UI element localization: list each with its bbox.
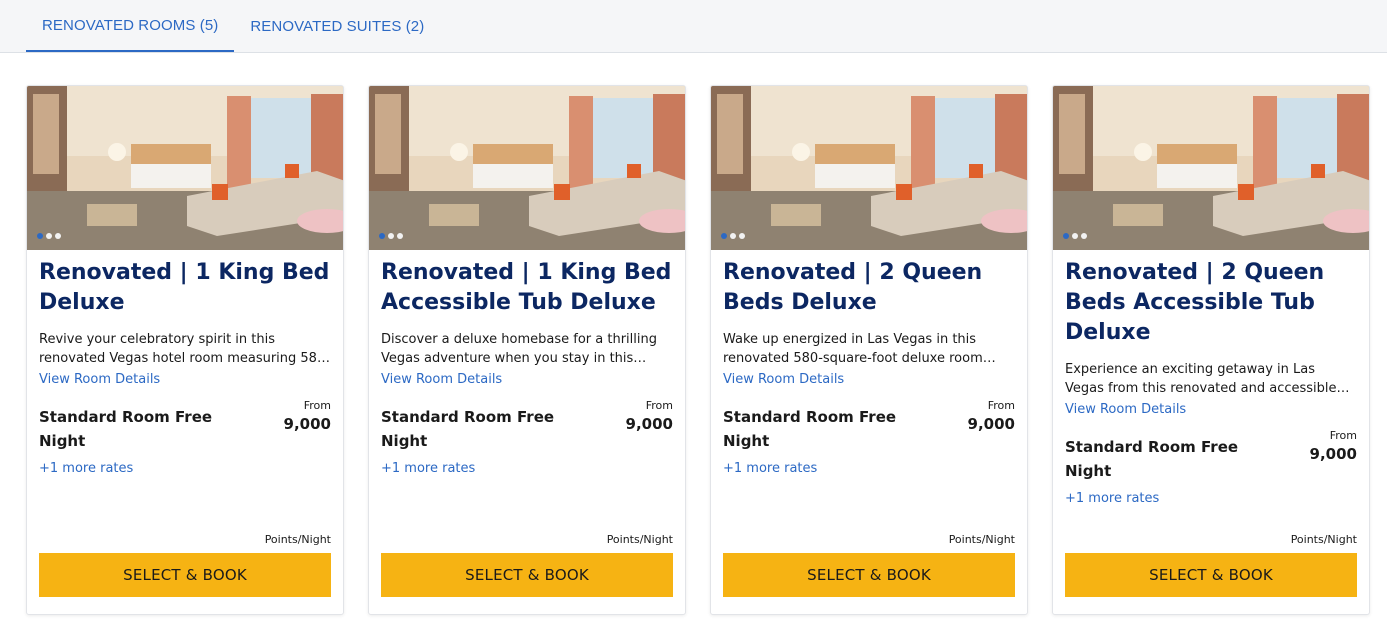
select-and-book-button[interactable]: SELECT & BOOK <box>381 553 673 597</box>
carousel-dot[interactable] <box>379 233 385 239</box>
carousel-dot[interactable] <box>46 233 52 239</box>
view-room-details-link[interactable]: View Room Details <box>39 371 160 389</box>
room-title: Renovated | 1 King Bed Accessible Tub De… <box>381 260 672 315</box>
rate-row: Standard Room Free Night From 9,000 <box>723 399 1015 453</box>
rate-name: Standard Room Free Night <box>1065 438 1239 480</box>
from-label: From <box>303 399 331 412</box>
carousel-dot[interactable] <box>388 233 394 239</box>
room-card: Renovated | 2 Queen Beds Accessible Tub … <box>1052 85 1370 615</box>
room-card: Renovated | 1 King Bed Deluxe Revive you… <box>26 85 344 615</box>
tab-renovated-suites[interactable]: RENOVATED SUITES (2) <box>234 0 440 52</box>
select-and-book-button[interactable]: SELECT & BOOK <box>723 553 1015 597</box>
room-photo-image <box>711 86 1027 250</box>
room-card: Renovated | 2 Queen Beds Deluxe Wake up … <box>710 85 1028 615</box>
room-card-body: Renovated | 1 King Bed Deluxe Revive you… <box>27 250 343 614</box>
carousel-dot[interactable] <box>739 233 745 239</box>
carousel-dot[interactable] <box>55 233 61 239</box>
room-card-body: Renovated | 2 Queen Beds Deluxe Wake up … <box>711 250 1027 614</box>
room-type-tabs: RENOVATED ROOMS (5) RENOVATED SUITES (2) <box>0 0 1387 53</box>
more-rates-link[interactable]: +1 more rates <box>723 461 817 476</box>
carousel-dot[interactable] <box>721 233 727 239</box>
select-and-book-button[interactable]: SELECT & BOOK <box>1065 553 1357 597</box>
rate-price: From 9,000 <box>1310 429 1357 483</box>
room-description: Revive your celebratory spirit in this r… <box>39 332 326 366</box>
carousel-dot[interactable] <box>37 233 43 239</box>
view-room-details-link[interactable]: View Room Details <box>381 371 502 389</box>
rate-row: Standard Room Free Night From 9,000 <box>1065 429 1357 483</box>
room-description: Experience an exciting getaway in Las Ve… <box>1065 362 1337 396</box>
rate-price: From 9,000 <box>626 399 673 453</box>
rate-row: Standard Room Free Night From 9,000 <box>39 399 331 453</box>
booking-footer: Points/Night SELECT & BOOK <box>39 533 331 597</box>
carousel-dots[interactable] <box>379 233 403 239</box>
rate-price: From 9,000 <box>284 399 331 453</box>
points-value: 9,000 <box>625 415 673 433</box>
points-value: 9,000 <box>1309 445 1357 463</box>
rate-name: Standard Room Free Night <box>381 408 555 450</box>
select-and-book-button[interactable]: SELECT & BOOK <box>39 553 331 597</box>
room-card-body: Renovated | 2 Queen Beds Accessible Tub … <box>1053 250 1369 614</box>
points-value: 9,000 <box>967 415 1015 433</box>
from-label: From <box>1329 429 1357 442</box>
room-photo[interactable] <box>369 86 685 250</box>
points-per-night-label: Points/Night <box>1290 533 1357 546</box>
more-rates-link[interactable]: +1 more rates <box>381 461 475 476</box>
room-card-list: Renovated | 1 King Bed Deluxe Revive you… <box>26 85 1370 615</box>
rate-row: Standard Room Free Night From 9,000 <box>381 399 673 453</box>
rate-name: Standard Room Free Night <box>723 408 897 450</box>
booking-footer: Points/Night SELECT & BOOK <box>723 533 1015 597</box>
rate-name: Standard Room Free Night <box>39 408 213 450</box>
room-photo[interactable] <box>711 86 1027 250</box>
booking-footer: Points/Night SELECT & BOOK <box>381 533 673 597</box>
view-room-details-link[interactable]: View Room Details <box>1065 401 1186 419</box>
points-per-night-label: Points/Night <box>264 533 331 546</box>
carousel-dot[interactable] <box>1081 233 1087 239</box>
room-photo[interactable] <box>27 86 343 250</box>
carousel-dot[interactable] <box>1072 233 1078 239</box>
carousel-dot[interactable] <box>730 233 736 239</box>
room-card: Renovated | 1 King Bed Accessible Tub De… <box>368 85 686 615</box>
carousel-dot[interactable] <box>397 233 403 239</box>
room-title: Renovated | 2 Queen Beds Accessible Tub … <box>1065 260 1325 345</box>
room-description: Wake up energized in Las Vegas in this r… <box>723 332 983 366</box>
from-label: From <box>987 399 1015 412</box>
carousel-dots[interactable] <box>37 233 61 239</box>
room-photo-image <box>369 86 685 250</box>
carousel-dots[interactable] <box>721 233 745 239</box>
tab-renovated-rooms[interactable]: RENOVATED ROOMS (5) <box>26 0 235 52</box>
view-room-details-link[interactable]: View Room Details <box>723 371 844 389</box>
points-per-night-label: Points/Night <box>948 533 1015 546</box>
room-title: Renovated | 2 Queen Beds Deluxe <box>723 260 983 315</box>
from-label: From <box>645 399 673 412</box>
booking-footer: Points/Night SELECT & BOOK <box>1065 533 1357 597</box>
points-value: 9,000 <box>283 415 331 433</box>
room-photo[interactable] <box>1053 86 1369 250</box>
points-per-night-label: Points/Night <box>606 533 673 546</box>
more-rates-link[interactable]: +1 more rates <box>1065 491 1159 506</box>
room-description: Discover a deluxe homebase for a thrilli… <box>381 332 657 366</box>
room-photo-image <box>1053 86 1369 250</box>
room-photo-image <box>27 86 343 250</box>
room-card-body: Renovated | 1 King Bed Accessible Tub De… <box>369 250 685 614</box>
rate-price: From 9,000 <box>968 399 1015 453</box>
carousel-dots[interactable] <box>1063 233 1087 239</box>
carousel-dot[interactable] <box>1063 233 1069 239</box>
room-title: Renovated | 1 King Bed Deluxe <box>39 260 330 315</box>
more-rates-link[interactable]: +1 more rates <box>39 461 133 476</box>
